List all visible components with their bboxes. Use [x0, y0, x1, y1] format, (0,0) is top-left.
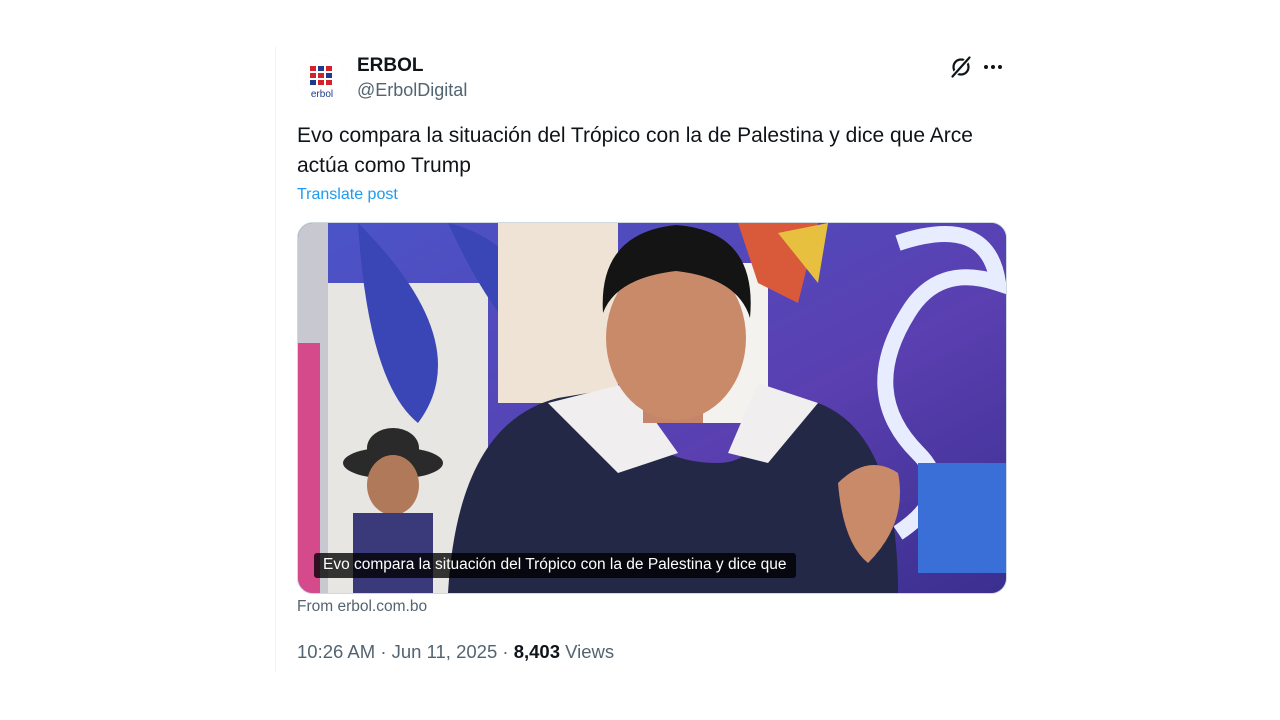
avatar-text: erbol	[311, 89, 333, 100]
video-frame-image	[298, 223, 1006, 593]
video-caption: Evo compara la situación del Trópico con…	[314, 553, 796, 578]
grok-icon	[951, 56, 971, 78]
author-handle[interactable]: @ErbolDigital	[357, 80, 467, 101]
post-text: Evo compara la situación del Trópico con…	[297, 124, 973, 177]
meta-separator: ·	[502, 641, 509, 662]
post-date[interactable]: Jun 11, 2025	[392, 641, 498, 662]
more-icon	[984, 65, 1002, 69]
more-options-button[interactable]	[980, 54, 1006, 80]
post-time[interactable]: 10:26 AM	[297, 641, 375, 662]
erbol-logo-icon: erbol	[297, 55, 347, 105]
post-card: erbol ERBOL @ErbolDigital Evo compara la…	[275, 47, 1007, 672]
views-label: Views	[565, 641, 615, 662]
author-avatar[interactable]: erbol	[297, 55, 347, 105]
post-video-thumbnail[interactable]: Evo compara la situación del Trópico con…	[297, 222, 1007, 594]
author-display-name[interactable]: ERBOL	[357, 55, 424, 77]
meta-separator: ·	[380, 641, 387, 662]
card-source-link[interactable]: From erbol.com.bo	[297, 598, 427, 616]
translate-post-link[interactable]: Translate post	[297, 186, 398, 204]
post-metadata: 10:26 AM · Jun 11, 2025 · 8,403 Views	[297, 641, 614, 663]
views-count: 8,403	[513, 641, 560, 662]
grok-button[interactable]	[948, 54, 974, 80]
